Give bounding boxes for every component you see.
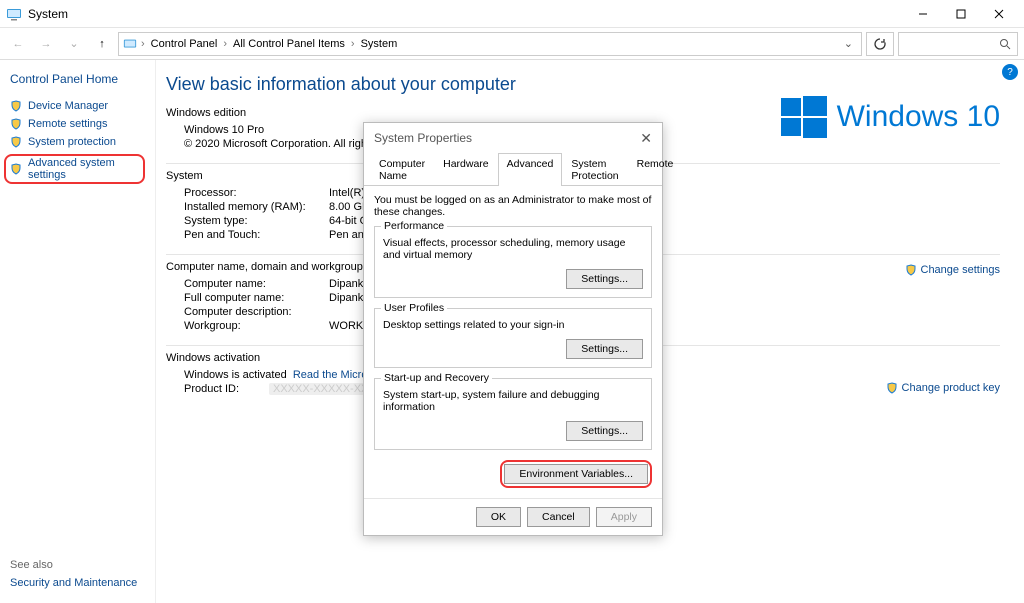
performance-group: Performance Visual effects, processor sc… <box>374 226 652 298</box>
label: Full computer name: <box>184 292 329 304</box>
remote-settings-link[interactable]: Remote settings <box>10 118 145 130</box>
dialog-footer: OK Cancel Apply <box>364 498 662 535</box>
shield-icon <box>886 382 898 394</box>
address-bar[interactable]: › Control Panel › All Control Panel Item… <box>118 32 862 56</box>
recent-dropdown[interactable]: ⌄ <box>62 32 86 56</box>
shield-icon <box>905 264 917 276</box>
edition-name: Windows 10 Pro <box>184 124 264 136</box>
cancel-button[interactable]: Cancel <box>527 507 590 527</box>
group-description: Visual effects, processor scheduling, me… <box>383 237 643 261</box>
windows-logo: Windows 10 <box>781 94 1000 140</box>
shield-icon <box>10 163 22 175</box>
chevron-right-icon: › <box>351 38 355 50</box>
activation-status: Windows is activated <box>184 369 287 381</box>
ok-button[interactable]: OK <box>476 507 521 527</box>
tab-hardware[interactable]: Hardware <box>434 153 498 186</box>
control-panel-home-link[interactable]: Control Panel Home <box>10 72 145 86</box>
chevron-right-icon: › <box>223 38 227 50</box>
system-icon <box>6 6 22 22</box>
dialog-title: System Properties <box>374 131 472 145</box>
highlight-annotation: Environment Variables... <box>500 460 652 488</box>
breadcrumb-item[interactable]: All Control Panel Items <box>231 38 347 50</box>
breadcrumb-item[interactable]: Control Panel <box>149 38 220 50</box>
environment-variables-button[interactable]: Environment Variables... <box>504 464 648 484</box>
label: Workgroup: <box>184 320 329 332</box>
tab-remote[interactable]: Remote <box>628 153 683 186</box>
device-manager-link[interactable]: Device Manager <box>10 100 145 112</box>
advanced-system-settings-link[interactable]: Advanced system settings <box>10 157 139 181</box>
address-dropdown[interactable]: ⌄ <box>840 37 857 50</box>
back-button[interactable]: ← <box>6 32 30 56</box>
highlight-annotation: Advanced system settings <box>4 154 145 184</box>
tab-system-protection[interactable]: System Protection <box>562 153 627 186</box>
label: System type: <box>184 215 329 227</box>
window-title: System <box>28 7 68 21</box>
page-heading: View basic information about your comput… <box>166 74 1000 95</box>
system-icon <box>123 37 137 51</box>
close-icon[interactable]: ✕ <box>640 130 652 147</box>
shield-icon <box>10 100 22 112</box>
group-description: System start-up, system failure and debu… <box>383 389 643 413</box>
admin-note: You must be logged on as an Administrato… <box>374 194 652 218</box>
window-titlebar: System <box>0 0 1024 28</box>
change-settings-link[interactable]: Change settings <box>905 264 1000 276</box>
label: Computer name: <box>184 278 329 290</box>
user-profiles-group: User Profiles Desktop settings related t… <box>374 308 652 368</box>
minimize-button[interactable] <box>904 0 942 28</box>
user-profiles-settings-button[interactable]: Settings... <box>566 339 643 359</box>
label: Processor: <box>184 187 329 199</box>
close-button[interactable] <box>980 0 1018 28</box>
see-also-heading: See also <box>10 559 137 571</box>
up-button[interactable]: ↑ <box>90 32 114 56</box>
group-description: Desktop settings related to your sign-in <box>383 319 643 331</box>
tab-advanced[interactable]: Advanced <box>498 153 563 186</box>
windows-icon <box>781 94 827 140</box>
dialog-titlebar[interactable]: System Properties ✕ <box>364 123 662 153</box>
search-icon <box>999 38 1011 50</box>
startup-recovery-settings-button[interactable]: Settings... <box>566 421 643 441</box>
windows-logo-text: Windows 10 <box>837 100 1000 134</box>
refresh-button[interactable] <box>866 32 894 56</box>
label: Pen and Touch: <box>184 229 329 241</box>
navigation-bar: ← → ⌄ ↑ › Control Panel › All Control Pa… <box>0 28 1024 60</box>
forward-button[interactable]: → <box>34 32 58 56</box>
tab-computer-name[interactable]: Computer Name <box>370 153 434 186</box>
chevron-right-icon: › <box>141 38 145 50</box>
maximize-button[interactable] <box>942 0 980 28</box>
shield-icon <box>10 118 22 130</box>
dialog-tabs: Computer Name Hardware Advanced System P… <box>364 153 662 186</box>
group-title: User Profiles <box>381 302 447 314</box>
group-title: Performance <box>381 220 447 232</box>
label: Product ID: <box>184 383 269 395</box>
group-title: Start-up and Recovery <box>381 372 492 384</box>
security-maintenance-link[interactable]: Security and Maintenance <box>10 577 137 589</box>
performance-settings-button[interactable]: Settings... <box>566 269 643 289</box>
left-navigation: Control Panel Home Device Manager Remote… <box>0 60 155 603</box>
system-protection-link[interactable]: System protection <box>10 136 145 148</box>
startup-recovery-group: Start-up and Recovery System start-up, s… <box>374 378 652 450</box>
change-product-key-link[interactable]: Change product key <box>886 382 1000 394</box>
see-also-section: See also Security and Maintenance <box>10 559 137 589</box>
search-input[interactable] <box>898 32 1018 56</box>
apply-button[interactable]: Apply <box>596 507 652 527</box>
shield-icon <box>10 136 22 148</box>
label: Installed memory (RAM): <box>184 201 329 213</box>
label: Computer description: <box>184 306 329 318</box>
breadcrumb-item[interactable]: System <box>359 38 400 50</box>
system-properties-dialog: System Properties ✕ Computer Name Hardwa… <box>363 122 663 536</box>
